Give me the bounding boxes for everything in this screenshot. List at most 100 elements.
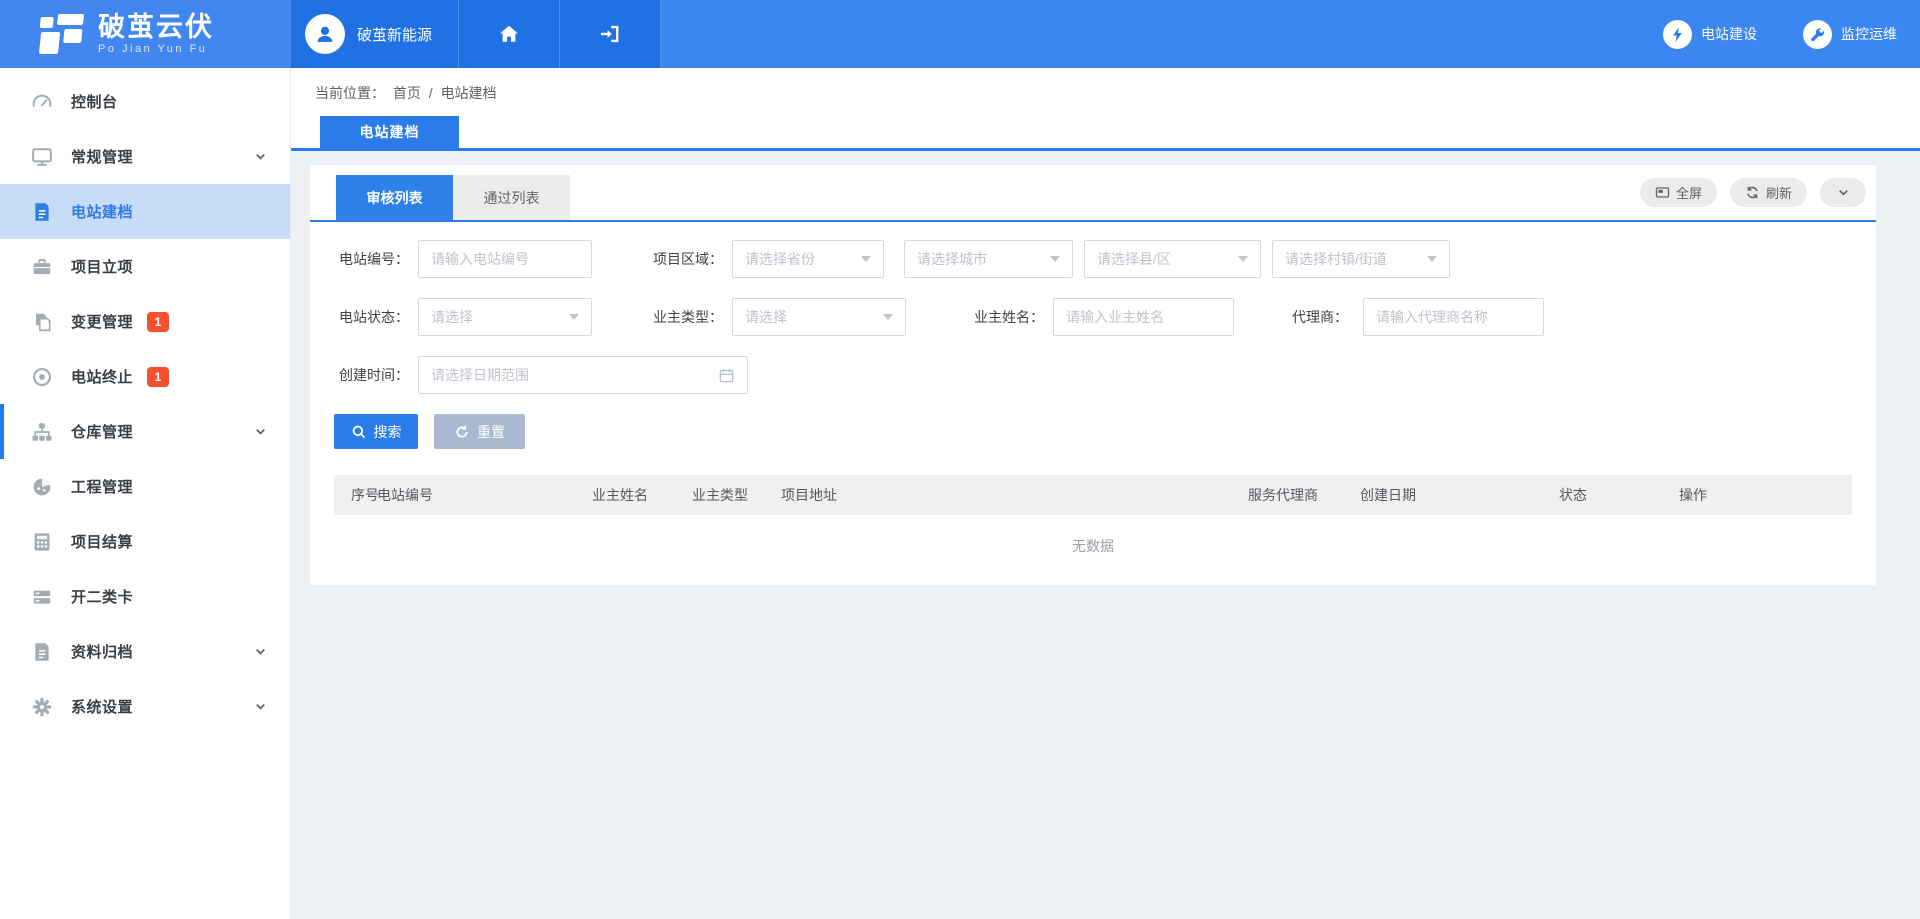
caret-down-icon (1238, 256, 1248, 262)
breadcrumb-strip: 当前位置： 首页 / 电站建档 电站建档 (291, 68, 1920, 151)
caret-down-icon (1427, 256, 1437, 262)
station-filing-panel: 审核列表 通过列表 全屏 (310, 165, 1876, 585)
col-index: 序号 (351, 485, 377, 505)
chevron-down-icon (1836, 185, 1851, 200)
fullscreen-icon (1655, 185, 1670, 200)
col-owner-name: 业主姓名 (592, 485, 692, 505)
empty-state: 无数据 (334, 515, 1852, 577)
briefcase-icon (30, 255, 54, 279)
agent-label: 代理商： (1287, 307, 1348, 327)
calendar-icon (718, 367, 735, 384)
owner-name-input[interactable] (1066, 309, 1221, 325)
user-name: 破茧新能源 (357, 24, 432, 45)
sidebar-item-project-initiation[interactable]: 项目立项 (0, 239, 290, 294)
chevron-down-icon (253, 644, 268, 659)
city-select[interactable]: 请选择城市 (904, 240, 1073, 278)
breadcrumb-current: 电站建档 (441, 85, 497, 101)
archive-file-icon (30, 640, 54, 664)
col-project-address: 项目地址 (781, 485, 1248, 505)
header-right-nav: 电站建设 监控运维 (661, 0, 1920, 68)
brand-logo: 破茧云伏 Po Jian Yun Fu (0, 0, 291, 68)
refresh-icon (1745, 185, 1760, 200)
sidebar-item-project-settlement[interactable]: 项目结算 (0, 514, 290, 569)
brand-tagline: Po Jian Yun Fu (98, 43, 214, 55)
search-icon (351, 424, 367, 440)
collapse-toggle-button[interactable] (1820, 178, 1866, 207)
breadcrumb-separator: / (429, 85, 433, 101)
user-avatar (305, 14, 345, 54)
cards-icon (30, 585, 54, 609)
col-create-date: 创建日期 (1360, 485, 1559, 505)
nav-label: 电站建设 (1701, 24, 1757, 44)
sidebar-item-warehouse-management[interactable]: 仓库管理 (0, 404, 290, 459)
province-select[interactable]: 请选择省份 (732, 240, 884, 278)
header-mid-section: 破茧新能源 (291, 0, 661, 68)
panel-tools: 全屏 刷新 (1627, 178, 1866, 207)
county-select[interactable]: 请选择县/区 (1084, 240, 1261, 278)
filter-form: 电站编号： 项目区域： 请选择省份 请选择城市 请选择县/区 (310, 222, 1876, 394)
nav-monitoring-ops[interactable]: 监控运维 (1803, 20, 1897, 49)
station-no-label: 电站编号： (334, 249, 409, 269)
owner-name-label: 业主姓名： (969, 307, 1044, 327)
caret-down-icon (1050, 256, 1060, 262)
sidebar-item-data-archive[interactable]: 资料归档 (0, 624, 290, 679)
tab-passed-list[interactable]: 通过列表 (453, 175, 570, 220)
agent-input[interactable] (1376, 309, 1531, 325)
results-table: 序号 电站编号 业主姓名 业主类型 项目地址 服务代理商 创建日期 状态 操作 … (334, 475, 1852, 577)
sidebar-item-console[interactable]: 控制台 (0, 74, 290, 129)
dashboard-icon (30, 90, 54, 114)
sidebar-item-engineering-management[interactable]: 工程管理 (0, 459, 290, 514)
home-button[interactable] (459, 0, 560, 68)
sidebar-item-change-management[interactable]: 变更管理 1 (0, 294, 290, 349)
fullscreen-button[interactable]: 全屏 (1640, 178, 1717, 207)
breadcrumb: 当前位置： 首页 / 电站建档 (291, 68, 1920, 103)
monitor-icon (30, 145, 54, 169)
station-no-input-wrap (418, 240, 592, 278)
list-tabs-row: 审核列表 通过列表 全屏 (310, 165, 1876, 222)
table-header-row: 序号 电站编号 业主姓名 业主类型 项目地址 服务代理商 创建日期 状态 操作 (334, 475, 1852, 515)
sidebar-item-class2-card[interactable]: 开二类卡 (0, 569, 290, 624)
town-select[interactable]: 请选择村镇/街道 (1272, 240, 1450, 278)
chevron-down-icon (253, 699, 268, 714)
station-no-input[interactable] (431, 251, 579, 267)
current-user[interactable]: 破茧新能源 (291, 0, 459, 68)
target-icon (30, 365, 54, 389)
nav-station-construction[interactable]: 电站建设 (1663, 20, 1757, 49)
sidebar-item-station-termination[interactable]: 电站终止 1 (0, 349, 290, 404)
filter-row-1: 电站编号： 项目区域： 请选择省份 请选择城市 请选择县/区 (334, 240, 1876, 278)
sidebar-item-general-management[interactable]: 常规管理 (0, 129, 290, 184)
tab-review-list[interactable]: 审核列表 (336, 175, 453, 220)
filter-row-3: 创建时间： (334, 356, 1876, 394)
station-status-select[interactable]: 请选择 (418, 298, 592, 336)
caret-down-icon (569, 314, 579, 320)
refresh-button[interactable]: 刷新 (1730, 178, 1807, 207)
brand-logo-icon (36, 13, 86, 55)
logout-button[interactable] (560, 0, 661, 68)
col-actions: 操作 (1679, 485, 1852, 505)
search-button[interactable]: 搜索 (334, 414, 418, 449)
badge-count: 1 (147, 367, 169, 387)
create-time-label: 创建时间： (334, 365, 409, 385)
col-service-agent: 服务代理商 (1248, 485, 1360, 505)
badge-count: 1 (147, 312, 169, 332)
sidebar-item-system-settings[interactable]: 系统设置 (0, 679, 290, 734)
sign-in-icon (598, 22, 622, 46)
reset-icon (454, 424, 470, 440)
sidebar: 控制台 常规管理 电站建档 项 (0, 68, 291, 919)
caret-down-icon (861, 256, 871, 262)
brand-name: 破茧云伏 (98, 13, 214, 41)
breadcrumb-prefix: 当前位置： (315, 85, 385, 101)
gear-icon (30, 695, 54, 719)
date-range-picker[interactable] (418, 356, 748, 394)
owner-name-input-wrap (1053, 298, 1234, 336)
top-header: 破茧云伏 Po Jian Yun Fu 破茧新能源 (0, 0, 1920, 68)
breadcrumb-home[interactable]: 首页 (393, 85, 421, 101)
reset-button[interactable]: 重置 (434, 414, 525, 449)
sidebar-item-station-filing[interactable]: 电站建档 (0, 184, 290, 239)
agent-input-wrap (1363, 298, 1544, 336)
page-tab-station-filing[interactable]: 电站建档 (320, 116, 459, 148)
owner-type-select[interactable]: 请选择 (732, 298, 906, 336)
chevron-down-icon (253, 424, 268, 439)
date-range-input[interactable] (431, 367, 718, 383)
home-icon (497, 22, 521, 46)
